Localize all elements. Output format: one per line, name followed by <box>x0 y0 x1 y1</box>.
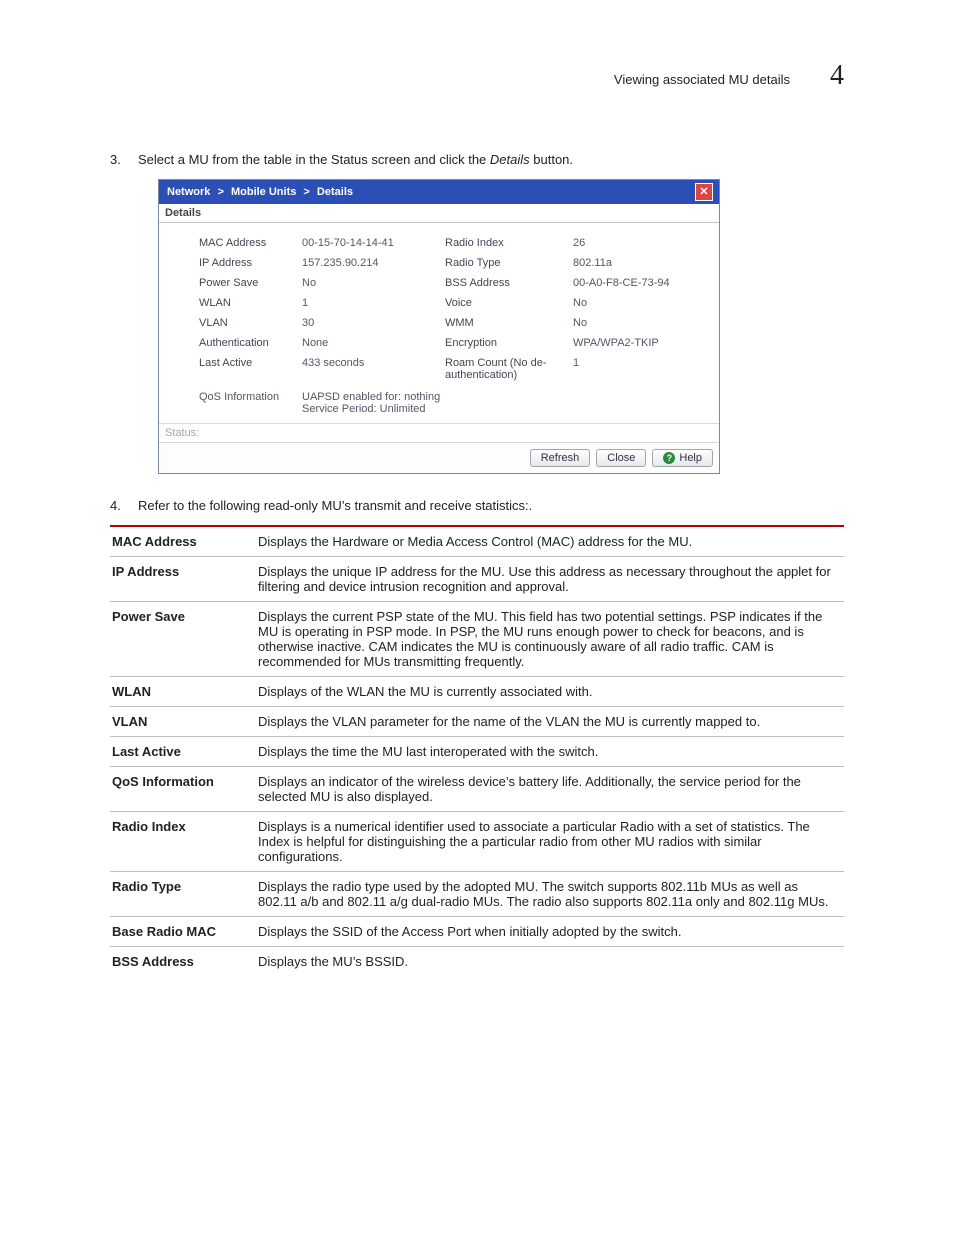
description: Displays the VLAN parameter for the name… <box>258 707 844 737</box>
value-bss: 00-A0-F8-CE-73-94 <box>573 277 703 289</box>
description: Displays the SSID of the Access Port whe… <box>258 917 844 947</box>
value-last-active: 433 seconds <box>302 357 437 369</box>
details-body: MAC Address 00-15-70-14-14-41 Radio Inde… <box>159 223 719 423</box>
titlebar: Network > Mobile Units > Details ✕ <box>159 180 719 204</box>
refresh-button[interactable]: Refresh <box>530 449 591 467</box>
button-row: Refresh Close ? Help <box>159 442 719 473</box>
value-auth: None <box>302 337 437 349</box>
crumb-details: Details <box>317 186 353 198</box>
label-radio-type: Radio Type <box>445 257 565 269</box>
value-encryption: WPA/WPA2-TKIP <box>573 337 703 349</box>
label-last-active: Last Active <box>199 357 294 369</box>
value-wmm: No <box>573 317 703 329</box>
value-power-save: No <box>302 277 437 289</box>
step-4: 4. Refer to the following read-only MU’s… <box>110 498 844 513</box>
table-row: Radio IndexDisplays is a numerical ident… <box>110 812 844 872</box>
label-radio-index: Radio Index <box>445 237 565 249</box>
table-row: IP AddressDisplays the unique IP address… <box>110 557 844 602</box>
table-row: BSS AddressDisplays the MU’s BSSID. <box>110 947 844 977</box>
label-auth: Authentication <box>199 337 294 349</box>
table-row: Radio TypeDisplays the radio type used b… <box>110 872 844 917</box>
description: Displays is a numerical identifier used … <box>258 812 844 872</box>
description: Displays the unique IP address for the M… <box>258 557 844 602</box>
label-voice: Voice <box>445 297 565 309</box>
details-window: Network > Mobile Units > Details ✕ Detai… <box>158 179 720 474</box>
header-title: Viewing associated MU details <box>614 72 790 87</box>
term: VLAN <box>110 707 258 737</box>
label-encryption: Encryption <box>445 337 565 349</box>
table-row: MAC AddressDisplays the Hardware or Medi… <box>110 526 844 557</box>
table-row: WLANDisplays of the WLAN the MU is curre… <box>110 677 844 707</box>
term: MAC Address <box>110 526 258 557</box>
tab-details[interactable]: Details <box>159 204 719 223</box>
close-button[interactable]: Close <box>596 449 646 467</box>
table-row: QoS InformationDisplays an indicator of … <box>110 767 844 812</box>
value-qos: UAPSD enabled for: nothing Service Perio… <box>302 391 699 415</box>
table-row: Last ActiveDisplays the time the MU last… <box>110 737 844 767</box>
term: Radio Type <box>110 872 258 917</box>
chapter-number: 4 <box>830 60 844 92</box>
value-radio-type: 802.11a <box>573 257 703 269</box>
value-radio-index: 26 <box>573 237 703 249</box>
status-bar: Status: <box>159 423 719 442</box>
table-row: Power SaveDisplays the current PSP state… <box>110 602 844 677</box>
value-wlan: 1 <box>302 297 437 309</box>
label-mac: MAC Address <box>199 237 294 249</box>
step-3: 3. Select a MU from the table in the Sta… <box>110 152 844 167</box>
term: Last Active <box>110 737 258 767</box>
step-text: Refer to the following read-only MU’s tr… <box>138 498 532 513</box>
help-icon: ? <box>663 452 675 464</box>
help-button[interactable]: ? Help <box>652 449 713 467</box>
table-row: Base Radio MACDisplays the SSID of the A… <box>110 917 844 947</box>
value-mac: 00-15-70-14-14-41 <box>302 237 437 249</box>
label-wlan: WLAN <box>199 297 294 309</box>
table-row: VLANDisplays the VLAN parameter for the … <box>110 707 844 737</box>
label-ip: IP Address <box>199 257 294 269</box>
term: BSS Address <box>110 947 258 977</box>
description: Displays the Hardware or Media Access Co… <box>258 526 844 557</box>
breadcrumb: Network > Mobile Units > Details <box>165 186 355 198</box>
value-voice: No <box>573 297 703 309</box>
description: Displays of the WLAN the MU is currently… <box>258 677 844 707</box>
value-ip: 157.235.90.214 <box>302 257 437 269</box>
value-roam-count: 1 <box>573 357 703 369</box>
close-icon[interactable]: ✕ <box>695 183 713 201</box>
description: Displays an indicator of the wireless de… <box>258 767 844 812</box>
label-bss: BSS Address <box>445 277 565 289</box>
term: Radio Index <box>110 812 258 872</box>
label-wmm: WMM <box>445 317 565 329</box>
page-header: Viewing associated MU details 4 <box>110 60 844 92</box>
crumb-mobile-units[interactable]: Mobile Units <box>231 186 296 198</box>
description: Displays the MU’s BSSID. <box>258 947 844 977</box>
description: Displays the current PSP state of the MU… <box>258 602 844 677</box>
step-text: Select a MU from the table in the Status… <box>138 152 573 167</box>
definitions-table: MAC AddressDisplays the Hardware or Medi… <box>110 525 844 976</box>
term: Base Radio MAC <box>110 917 258 947</box>
description: Displays the radio type used by the adop… <box>258 872 844 917</box>
description: Displays the time the MU last interopera… <box>258 737 844 767</box>
step-number: 3. <box>110 152 138 167</box>
term: WLAN <box>110 677 258 707</box>
crumb-network[interactable]: Network <box>167 186 210 198</box>
step-number: 4. <box>110 498 138 513</box>
term: Power Save <box>110 602 258 677</box>
label-vlan: VLAN <box>199 317 294 329</box>
value-vlan: 30 <box>302 317 437 329</box>
label-power-save: Power Save <box>199 277 294 289</box>
term: QoS Information <box>110 767 258 812</box>
term: IP Address <box>110 557 258 602</box>
label-roam-count: Roam Count (No de-authentication) <box>445 357 565 381</box>
label-qos: QoS Information <box>199 391 294 415</box>
